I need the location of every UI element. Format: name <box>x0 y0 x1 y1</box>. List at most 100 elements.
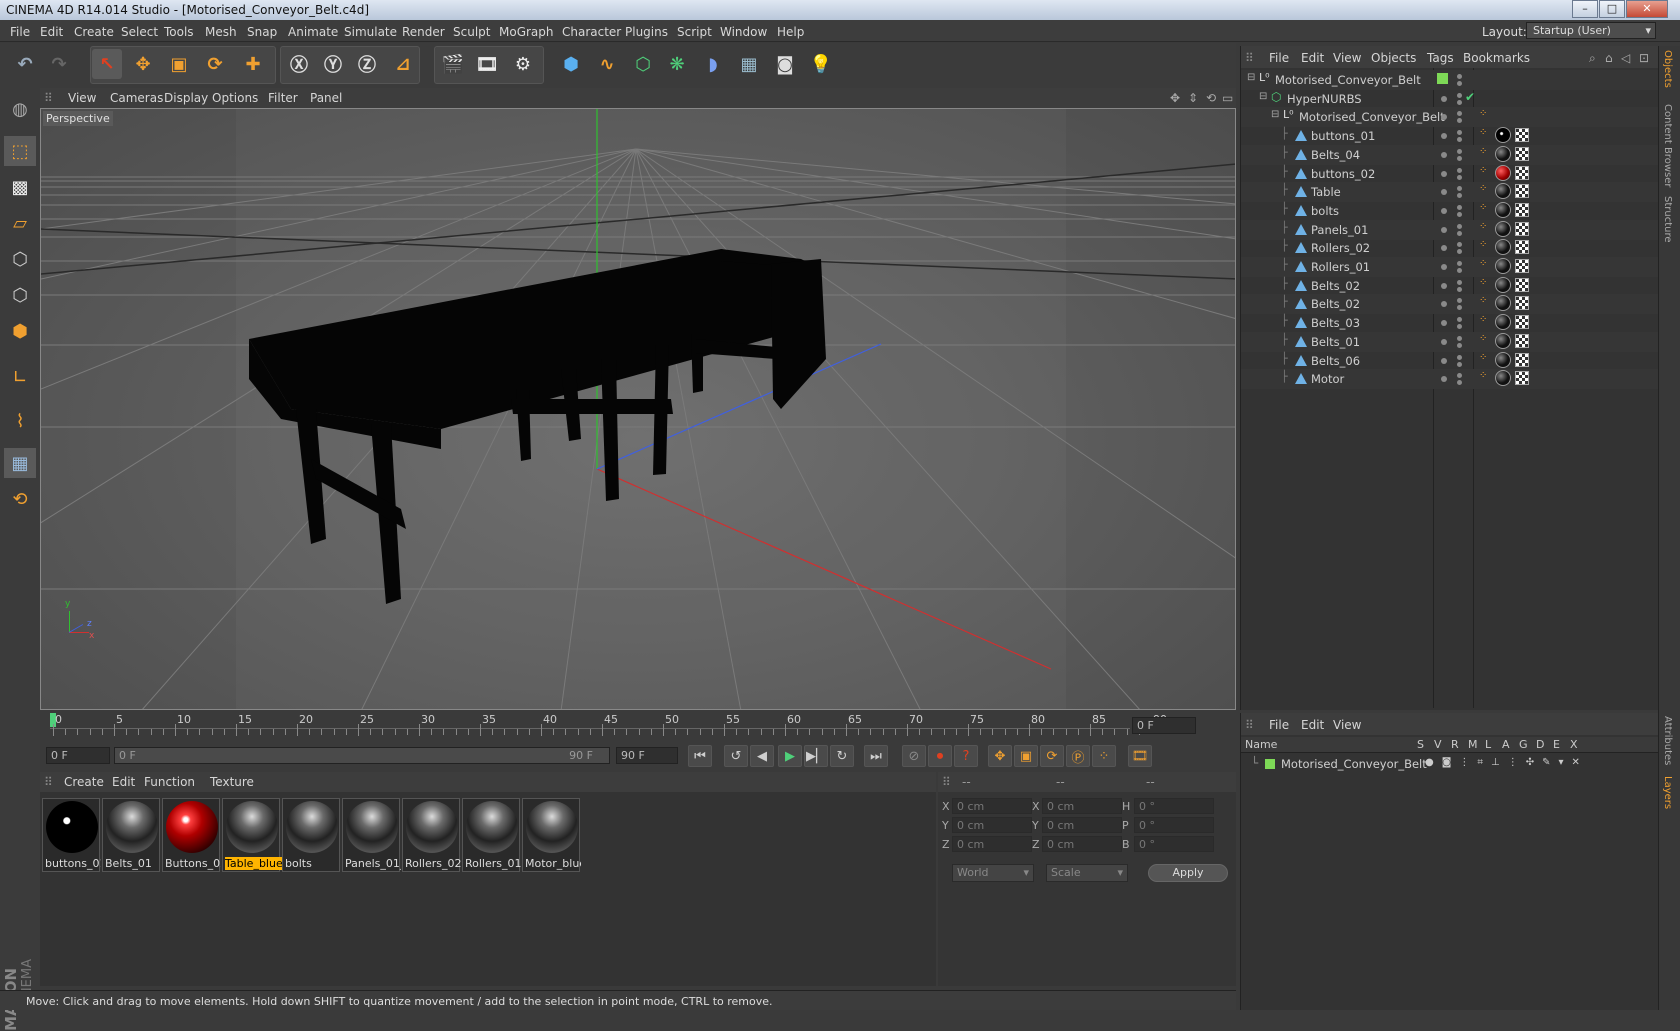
object-name[interactable]: Belts_02 <box>1311 297 1360 311</box>
current-frame-field[interactable]: 0 F <box>1132 717 1196 734</box>
cube-icon[interactable]: ⬢ <box>556 49 586 79</box>
workplane-icon[interactable]: ▱ <box>4 208 36 238</box>
material-swatch[interactable]: Rollers_02 <box>402 798 461 872</box>
viewport-rotate-icon[interactable]: ⟲ <box>1206 91 1216 105</box>
render-visibility-dot[interactable] <box>1457 193 1462 199</box>
object-tree-row[interactable]: ├ Table ⁘ <box>1241 182 1659 203</box>
tab-attributes[interactable]: Attributes <box>1662 716 1673 765</box>
material-tag-icon[interactable] <box>1495 220 1511 237</box>
render-visibility-dot[interactable] <box>1457 118 1462 124</box>
object-name[interactable]: bolts <box>1311 204 1339 218</box>
object-tree-row[interactable]: ├ Rollers_01 ⁘ <box>1241 257 1659 277</box>
layer-color-swatch[interactable] <box>1437 73 1448 84</box>
live-selection-icon[interactable]: ↖ <box>92 49 122 79</box>
polygons-mode-icon[interactable]: ⬢ <box>4 316 36 346</box>
editor-visibility-dot[interactable] <box>1457 167 1462 173</box>
menu-character[interactable]: Character <box>562 25 621 39</box>
visibility-dot[interactable] <box>1441 226 1447 233</box>
phong-tag-icon[interactable]: ⁘ <box>1479 333 1487 344</box>
editor-visibility-dot[interactable] <box>1457 111 1462 117</box>
material-tag-icon[interactable] <box>1495 370 1511 387</box>
auto-keying-icon[interactable]: ⏺ <box>928 745 952 767</box>
visibility-dot[interactable] <box>1441 189 1447 196</box>
visibility-dot[interactable] <box>1441 282 1447 289</box>
phong-tag-icon[interactable]: ⁘ <box>1479 370 1487 381</box>
snap-icon[interactable]: ▦ <box>4 448 36 478</box>
phong-tag-icon[interactable]: ⁘ <box>1479 183 1487 194</box>
material-swatch[interactable]: Motor_blue <box>522 798 581 872</box>
editor-visibility-dot[interactable] <box>1457 186 1462 192</box>
coord-value-field[interactable]: 0 cm <box>952 798 1032 814</box>
end-frame-field[interactable]: 90 F <box>616 747 678 764</box>
3d-viewport[interactable]: Perspective y z x <box>40 108 1236 710</box>
enabled-check-icon[interactable]: ✔ <box>1465 90 1475 104</box>
tab-objects[interactable]: Objects <box>1662 50 1673 88</box>
object-menu-bookmarks[interactable]: Bookmarks <box>1463 51 1530 65</box>
texture-mode-icon[interactable]: ▩ <box>4 172 36 202</box>
menu-mesh[interactable]: Mesh <box>205 25 237 39</box>
timeline-window-icon[interactable]: 🎞 <box>1128 745 1152 767</box>
start-frame-field[interactable]: 0 F <box>46 747 110 764</box>
previous-key-icon[interactable]: ↺ <box>724 745 748 767</box>
object-menu-objects[interactable]: Objects <box>1371 51 1416 65</box>
menu-help[interactable]: Help <box>777 25 804 39</box>
object-name[interactable]: Belts_04 <box>1311 148 1360 162</box>
layer-menu-edit[interactable]: Edit <box>1301 718 1324 732</box>
render-visibility-dot[interactable] <box>1457 305 1462 311</box>
editor-visibility-dot[interactable] <box>1457 261 1462 266</box>
object-name[interactable]: Belts_03 <box>1311 316 1360 330</box>
editor-visibility-dot[interactable] <box>1457 74 1462 79</box>
editor-visibility-dot[interactable] <box>1457 373 1462 379</box>
editor-visibility-dot[interactable] <box>1457 148 1462 154</box>
search-icon[interactable]: ⌕ <box>1589 51 1596 66</box>
object-tree-row[interactable]: ├ Motor ⁘ <box>1241 369 1659 390</box>
z-axis-lock-icon[interactable]: Ⓩ <box>352 49 382 79</box>
visibility-dot[interactable] <box>1441 357 1447 364</box>
material-swatch[interactable]: buttons_01 <box>42 798 101 872</box>
render-settings-icon[interactable]: ⚙ <box>508 49 538 79</box>
material-swatch[interactable]: Panels_01_ <box>342 798 401 872</box>
render-visibility-dot[interactable] <box>1457 99 1462 105</box>
uvw-tag-icon[interactable] <box>1515 184 1529 199</box>
visibility-dot[interactable] <box>1441 245 1447 252</box>
editor-visibility-dot[interactable] <box>1457 317 1462 323</box>
layer-column-m[interactable]: M <box>1468 738 1478 751</box>
redo-icon[interactable]: ↷ <box>44 49 74 79</box>
spline-pen-icon[interactable]: ∿ <box>592 49 622 79</box>
uvw-tag-icon[interactable] <box>1515 352 1529 367</box>
menu-script[interactable]: Script <box>677 25 712 39</box>
object-tree-row[interactable]: ├ buttons_02 ⁘ <box>1241 164 1659 184</box>
viewport-menu-view[interactable]: View <box>68 91 96 105</box>
object-tree-row[interactable]: ├ Belts_02 ⁘ <box>1241 294 1659 315</box>
uvw-tag-icon[interactable] <box>1515 221 1529 236</box>
viewport-menu-panel[interactable]: Panel <box>310 91 342 105</box>
locked-workplane-icon[interactable]: ⟲ <box>4 484 36 514</box>
deformer-icon[interactable]: ◗ <box>698 49 728 79</box>
object-menu-file[interactable]: File <box>1269 51 1289 65</box>
phong-tag-icon[interactable]: ⁘ <box>1479 277 1487 288</box>
material-tag-icon[interactable] <box>1495 295 1511 312</box>
menu-plugins[interactable]: Plugins <box>625 25 668 39</box>
viewport-move-icon[interactable]: ✥ <box>1170 91 1180 105</box>
render-visibility-dot[interactable] <box>1457 211 1462 217</box>
next-frame-icon[interactable]: ▶▏ <box>804 745 828 767</box>
layer-column-l[interactable]: L <box>1485 738 1491 751</box>
collapse-icon[interactable]: ⊟ <box>1259 91 1267 102</box>
coord-value-field[interactable]: 0 cm <box>952 836 1032 852</box>
x-axis-lock-icon[interactable]: Ⓧ <box>284 49 314 79</box>
phong-tag-icon[interactable]: ⁘ <box>1479 295 1487 306</box>
uvw-tag-icon[interactable] <box>1515 128 1529 143</box>
object-name[interactable]: Rollers_01 <box>1311 260 1370 274</box>
key-pla-icon[interactable]: ⁘ <box>1092 745 1116 767</box>
visibility-dot[interactable] <box>1441 114 1447 121</box>
phong-tag-icon[interactable]: ⁘ <box>1479 108 1487 119</box>
menu-file[interactable]: File <box>10 25 30 39</box>
viewport-zoom-icon[interactable]: ⇕ <box>1188 91 1198 105</box>
render-picture-viewer-icon[interactable]: 🎞 <box>472 49 502 79</box>
object-name[interactable]: Motor <box>1311 372 1344 386</box>
key-rotation-icon[interactable]: ⟳ <box>1040 745 1064 767</box>
object-tree-row[interactable]: ├ bolts ⁘ <box>1241 201 1659 221</box>
layer-column-a[interactable]: A <box>1502 738 1510 751</box>
material-swatch[interactable]: Rollers_01 <box>462 798 521 872</box>
layer-name[interactable]: Motorised_Conveyor_Belt <box>1281 757 1427 771</box>
